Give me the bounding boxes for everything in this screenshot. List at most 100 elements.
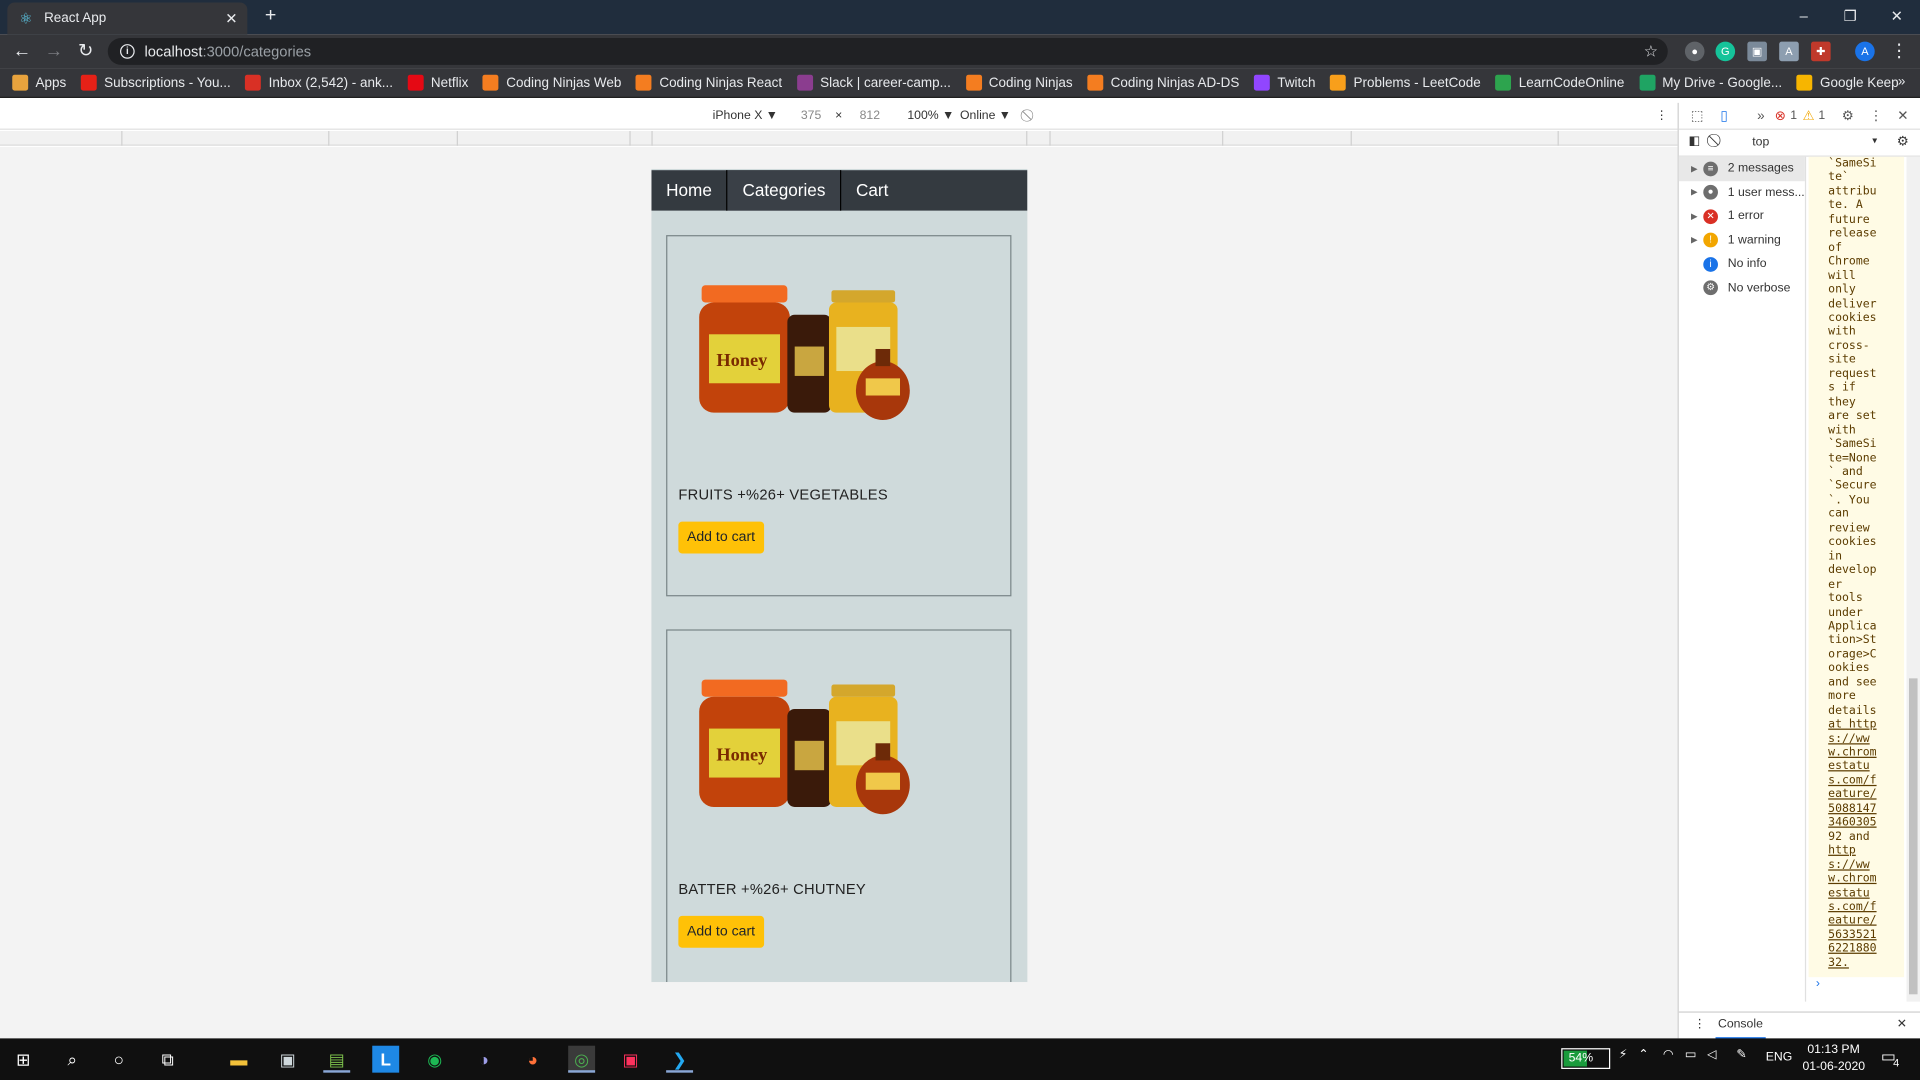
browser-tab[interactable]: ⚛ React App ✕ xyxy=(7,2,248,35)
drawer-close-icon[interactable]: ✕ xyxy=(1897,1018,1907,1031)
file-explorer-icon[interactable]: ▬ xyxy=(225,1046,252,1073)
dimension-times: × xyxy=(835,108,843,123)
windows-start-icon[interactable]: ⊞ xyxy=(10,1046,37,1073)
notepad-icon[interactable]: ▤ xyxy=(323,1046,351,1073)
devtools-menu-icon[interactable]: ⋮ xyxy=(1867,108,1884,125)
clock-date[interactable]: 01-06-2020 xyxy=(1802,1060,1865,1073)
bookmark-item[interactable]: Google Keep xyxy=(1796,74,1899,91)
svg-text:Honey: Honey xyxy=(716,350,767,370)
context-dropdown-icon[interactable]: ▾ xyxy=(1872,135,1877,146)
device-more-icon[interactable]: ⋮ xyxy=(1656,109,1668,122)
bookmark-star-icon[interactable]: ☆ xyxy=(1644,42,1658,62)
tab-close-icon[interactable]: ✕ xyxy=(225,10,237,27)
window-close-button[interactable]: ✕ xyxy=(1873,0,1920,34)
add-to-cart-button[interactable]: Add to cart xyxy=(678,915,764,948)
sidebar-item-label: 1 user mess... xyxy=(1727,185,1805,200)
media-query-ruler[interactable] xyxy=(0,131,1678,146)
bookmark-item[interactable]: Subscriptions - You... xyxy=(80,74,231,91)
reload-icon[interactable]: ↻ xyxy=(75,40,97,62)
learn-app-icon[interactable]: L xyxy=(372,1045,400,1073)
bookmark-item[interactable]: Netflix xyxy=(407,74,468,91)
error-badge-icon[interactable]: ⊗ xyxy=(1772,108,1789,125)
volume-icon[interactable]: ◁ xyxy=(1707,1048,1716,1061)
tab-console[interactable]: Console xyxy=(1715,1018,1766,1040)
console-sidebar-item[interactable]: ▶ ● 1 user mess... xyxy=(1679,181,1805,205)
console-prompt[interactable]: › xyxy=(1816,977,1820,990)
jetbrains-icon[interactable]: ▣ xyxy=(617,1046,644,1073)
bookmark-item[interactable]: Slack | career-camp... xyxy=(796,74,951,91)
site-info-icon[interactable]: i xyxy=(120,44,135,59)
eclipse-icon[interactable]: ◑ xyxy=(470,1046,497,1073)
task-view-icon[interactable]: ⧉ xyxy=(154,1046,181,1073)
profile-avatar[interactable]: A xyxy=(1855,41,1875,62)
add-to-cart-button[interactable]: Add to cart xyxy=(678,521,764,554)
bookmark-item[interactable]: Coding Ninjas Web xyxy=(483,74,621,91)
console-sidebar-item[interactable]: ▶ ≡ 2 messages xyxy=(1678,156,1805,181)
extension-icon[interactable]: ● xyxy=(1684,41,1705,62)
inspect-element-icon[interactable]: ⬚ xyxy=(1689,108,1706,125)
more-tabs-icon[interactable]: » xyxy=(1752,108,1769,125)
vscode-icon[interactable]: ❯ xyxy=(666,1046,694,1073)
console-sidebar-item[interactable]: ▶ ✕ 1 error xyxy=(1679,204,1805,228)
drawer-menu-icon[interactable]: ⋮ xyxy=(1693,1018,1705,1031)
device-width-input[interactable]: 375 xyxy=(801,109,821,122)
store-icon[interactable]: ▣ xyxy=(274,1046,301,1073)
address-bar[interactable]: i localhost:3000/categories ☆ xyxy=(107,37,1668,65)
bookmark-item[interactable]: Coding Ninjas React xyxy=(636,74,782,91)
console-line: `Secure xyxy=(1828,479,1877,493)
bookmark-item[interactable]: My Drive - Google... xyxy=(1639,74,1782,91)
console-sidebar-item[interactable]: ▶! 1 warning xyxy=(1679,228,1805,252)
bookmark-item[interactable]: Twitch xyxy=(1254,74,1316,91)
spotify-icon[interactable]: ◉ xyxy=(421,1046,448,1073)
back-arrow-icon[interactable]: ← xyxy=(11,40,33,62)
bookmark-item[interactable]: Inbox (2,542) - ank... xyxy=(245,74,393,91)
browser-menu-icon[interactable]: ⋮ xyxy=(1888,40,1910,62)
firefox-icon[interactable]: ◕ xyxy=(519,1046,546,1073)
extension-icon[interactable]: ✚ xyxy=(1811,41,1831,62)
device-select[interactable]: iPhone X ▼ xyxy=(713,109,778,122)
bookmark-item[interactable]: LearnCodeOnline xyxy=(1495,74,1624,91)
nav-cart-link[interactable]: Cart xyxy=(841,170,903,210)
console-scrollbar[interactable] xyxy=(1906,156,1920,1002)
devtools-close-icon[interactable]: ✕ xyxy=(1894,108,1911,125)
bookmark-item[interactable]: Problems - LeetCode xyxy=(1330,74,1481,91)
zoom-select[interactable]: 100% ▼ xyxy=(907,109,954,122)
device-toggle-icon[interactable]: ▯ xyxy=(1716,108,1733,125)
tray-expand-icon[interactable]: ⌃ xyxy=(1638,1048,1648,1061)
search-icon[interactable]: ⌕ xyxy=(59,1046,86,1073)
window-minimize-button[interactable]: – xyxy=(1780,0,1827,34)
console-settings-icon[interactable]: ⚙ xyxy=(1897,133,1909,150)
device-height-input[interactable]: 812 xyxy=(860,109,880,122)
network-throttle-select[interactable]: Online ▼ xyxy=(960,109,1011,122)
console-sidebar-item[interactable]: ⚙ No verbose xyxy=(1679,276,1805,300)
extension-icon[interactable]: A xyxy=(1779,41,1799,62)
console-line: and see xyxy=(1828,675,1877,690)
clock-time[interactable]: 01:13 PM xyxy=(1807,1043,1859,1056)
console-line: `. You xyxy=(1828,493,1870,507)
warning-badge-icon[interactable]: ⚠ xyxy=(1800,108,1817,125)
sidebar-toggle-icon[interactable]: ◧ xyxy=(1689,135,1701,148)
power-icon[interactable]: ▭ xyxy=(1685,1048,1697,1061)
wifi-icon[interactable]: ◠ xyxy=(1663,1048,1674,1061)
nav-categories-link[interactable]: Categories xyxy=(726,170,842,211)
forward-arrow-icon[interactable]: → xyxy=(43,40,65,62)
nav-home-link[interactable]: Home xyxy=(651,170,726,210)
bookmark-item[interactable]: Coding Ninjas xyxy=(965,74,1073,91)
chrome-icon[interactable]: ◎ xyxy=(568,1045,596,1073)
bookmark-item[interactable]: Apps xyxy=(12,74,66,91)
window-maximize-button[interactable]: ❐ xyxy=(1827,0,1874,34)
bookmark-item[interactable]: Coding Ninjas AD-DS xyxy=(1087,74,1239,91)
context-select[interactable]: top xyxy=(1752,136,1769,149)
grammarly-icon[interactable]: G xyxy=(1715,41,1736,62)
extension-icon[interactable]: ▣ xyxy=(1747,41,1767,62)
battery-indicator[interactable]: 54% xyxy=(1561,1048,1611,1069)
console-sidebar-item[interactable]: i No info xyxy=(1679,252,1805,276)
language-indicator[interactable]: ENG xyxy=(1766,1051,1793,1064)
pen-icon[interactable]: ✎ xyxy=(1736,1048,1746,1061)
category-card: Honey BATTER +%26+ CHUTNEY Add to cart xyxy=(666,629,1012,983)
cortana-icon[interactable]: ○ xyxy=(105,1046,132,1073)
console-line: cookies xyxy=(1828,311,1877,325)
settings-gear-icon[interactable]: ⚙ xyxy=(1839,108,1856,125)
new-tab-button[interactable]: + xyxy=(260,5,282,27)
bookmarks-overflow-icon[interactable]: » xyxy=(1898,75,1906,90)
